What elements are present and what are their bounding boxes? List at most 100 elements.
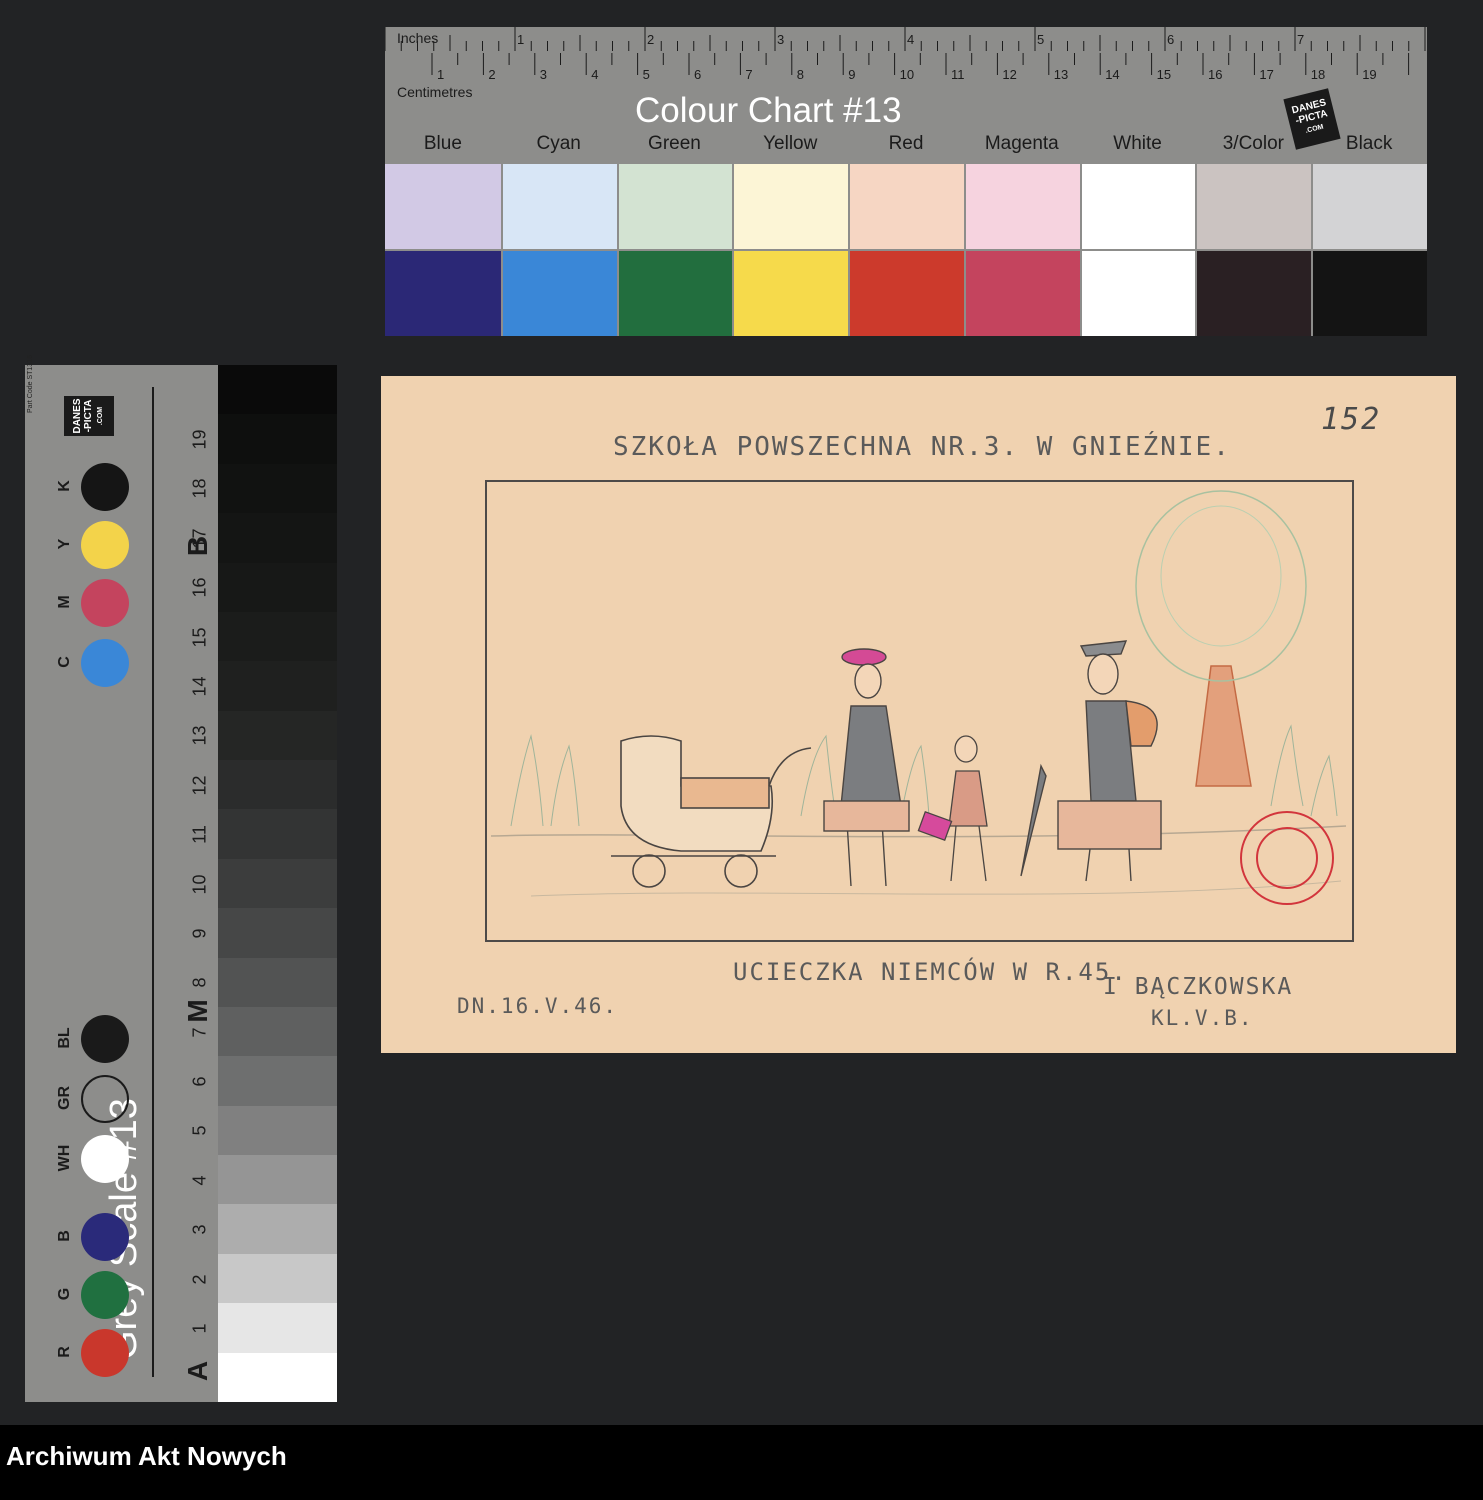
colour-dot xyxy=(81,1271,129,1319)
colour-swatch xyxy=(500,164,617,249)
grey-step xyxy=(218,1303,337,1353)
colour-dot xyxy=(81,1213,129,1261)
grey-scale-number: 16 xyxy=(189,577,210,598)
colour-dot-label: R xyxy=(56,1346,73,1358)
cm-tick-label: 16 xyxy=(1208,67,1222,82)
grey-scale-number: 5 xyxy=(189,1125,210,1136)
archive-name: Archiwum Akt Nowych xyxy=(6,1441,287,1471)
cm-tick-label: 17 xyxy=(1259,67,1273,82)
colour-swatch xyxy=(963,164,1080,249)
colour-swatch xyxy=(1311,164,1428,249)
grey-step xyxy=(218,809,337,859)
colour-dot-label: C xyxy=(56,656,73,668)
cm-tick-label: 13 xyxy=(1054,67,1068,82)
colour-dot xyxy=(81,463,129,511)
colour-dot-label: BL xyxy=(56,1027,73,1049)
footer-bar: Archiwum Akt Nowych xyxy=(0,1425,1483,1500)
author-class: KL.V.B. xyxy=(1151,1006,1254,1030)
cm-tick-label: 4 xyxy=(591,67,598,82)
patch-name: Red xyxy=(888,133,924,154)
colour-chart: 1234567812345678910111213141516171819 In… xyxy=(385,27,1428,336)
cm-tick-label: 7 xyxy=(745,67,752,82)
colour-dot-label: GR xyxy=(56,1086,73,1110)
grey-steps xyxy=(218,365,337,1402)
colour-chart-title: Colour Chart #13 xyxy=(635,91,902,130)
inch-tick-label: 1 xyxy=(517,32,524,47)
grey-scale-number: 1 xyxy=(189,1323,210,1334)
grey-scale-number: 19 xyxy=(189,429,210,450)
inch-tick-label: 7 xyxy=(1297,32,1304,47)
grey-scale-number: 2 xyxy=(189,1274,210,1285)
patch-name: Yellow xyxy=(763,133,818,154)
grey-scale-number: 4 xyxy=(189,1175,210,1186)
grey-step xyxy=(218,365,337,415)
colour-dot xyxy=(81,1075,129,1123)
colour-dot xyxy=(81,1329,129,1377)
drawing-paper: 152 SZKOŁA POWSZECHNA NR.3. W GNIEŹNIE. … xyxy=(381,376,1456,1053)
colour-swatch xyxy=(616,251,733,336)
dark-swatch-row xyxy=(385,251,1428,336)
grey-step xyxy=(218,1105,337,1155)
grey-scale-letter: A xyxy=(182,1360,213,1382)
colour-swatch xyxy=(732,251,849,336)
tree xyxy=(1135,490,1307,787)
grey-step xyxy=(218,611,337,662)
colour-swatch xyxy=(1079,164,1196,249)
grey-scale-number: 6 xyxy=(189,1076,210,1087)
cm-tick-label: 19 xyxy=(1362,67,1376,82)
grey-scale-number: 3 xyxy=(189,1224,210,1235)
grey-scale-number: 11 xyxy=(189,825,210,844)
cm-tick-label: 5 xyxy=(643,67,650,82)
grey-step xyxy=(218,957,337,1007)
divider xyxy=(152,387,154,1377)
grey-scale-number: 13 xyxy=(189,725,210,746)
colour-swatch xyxy=(963,251,1080,336)
cm-tick-label: 14 xyxy=(1105,67,1119,82)
patch-name: Blue xyxy=(423,133,462,154)
inch-tick-label: 3 xyxy=(777,32,784,47)
colour-dot xyxy=(81,521,129,569)
colour-dot xyxy=(81,1135,129,1183)
grey-step xyxy=(218,908,337,958)
grey-scale-number: 9 xyxy=(189,928,210,939)
drawing-caption: UCIECZKA NIEMCÓW W R.45. xyxy=(733,958,1128,986)
man-figure xyxy=(1020,640,1162,882)
ruler-inches-label: Inches xyxy=(397,30,439,46)
cm-tick-label: 12 xyxy=(1002,67,1016,82)
drawing-date: DN.16.V.46. xyxy=(457,994,619,1018)
grey-scale-number: 14 xyxy=(189,676,210,697)
cm-tick-label: 9 xyxy=(848,67,855,82)
colour-dot-label: Y xyxy=(56,538,73,550)
colour-dot xyxy=(81,579,129,627)
grey-step xyxy=(218,858,337,909)
grey-scale-letter: M xyxy=(182,999,213,1023)
colour-swatch xyxy=(1195,164,1312,249)
page-number-text: 152 xyxy=(1321,402,1382,437)
cm-tick-label: 8 xyxy=(797,67,804,82)
grey-step xyxy=(218,1204,337,1254)
inch-tick-label: 2 xyxy=(647,32,654,47)
colour-swatch xyxy=(616,164,733,249)
cm-tick-label: 3 xyxy=(540,67,547,82)
cm-tick-label: 11 xyxy=(951,67,965,82)
patch-names: Blue Cyan Green Yellow Red Magenta White 3/Colo… xyxy=(385,133,1427,163)
colour-dot-label: B xyxy=(56,1230,73,1242)
grey-step xyxy=(218,760,337,810)
grey-step xyxy=(218,1253,337,1304)
grey-step xyxy=(218,414,337,464)
inch-tick-label: 4 xyxy=(907,32,914,47)
danes-picta-logo: DANES -PICTA .COM xyxy=(64,396,114,436)
colour-swatch xyxy=(1195,251,1312,336)
grey-scale-number: 18 xyxy=(189,478,210,499)
grey-step xyxy=(218,1352,337,1402)
grey-step xyxy=(218,1006,337,1057)
grey-scale-number: 15 xyxy=(189,627,210,648)
woman-figure xyxy=(823,648,910,887)
pram xyxy=(611,735,812,888)
cm-tick-label: 10 xyxy=(900,67,914,82)
author-name: I BĄCZKOWSKA xyxy=(1103,974,1294,1000)
colour-swatch xyxy=(385,251,501,336)
patch-name: Cyan xyxy=(536,133,581,154)
patch-name: Green xyxy=(648,133,701,154)
colour-dot xyxy=(81,639,129,687)
